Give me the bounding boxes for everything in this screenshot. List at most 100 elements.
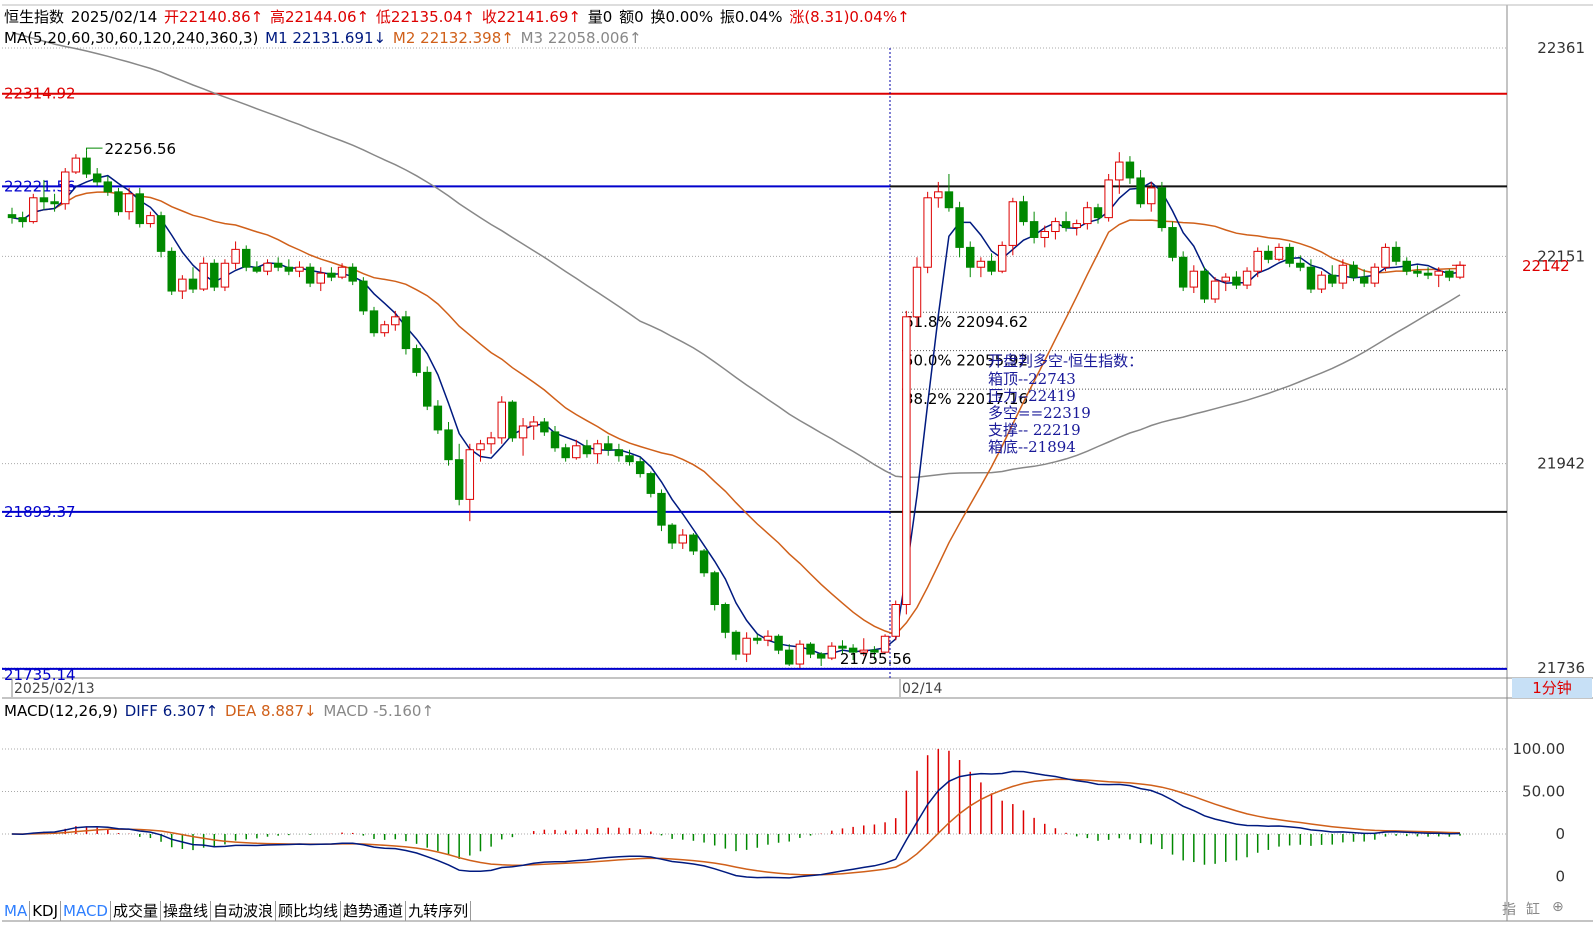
tab-ma[interactable]: MA: [2, 901, 31, 921]
candle-body: [29, 197, 38, 223]
candle-body: [667, 524, 677, 544]
candle-body: [327, 272, 336, 278]
candle-body: [61, 171, 70, 205]
candle-body: [156, 215, 166, 252]
candle-body: [401, 316, 411, 350]
candle-body: [689, 534, 698, 552]
candle-body: [92, 173, 102, 183]
macd-tick-label: 50.00: [1522, 783, 1565, 801]
tab-kdj[interactable]: KDJ: [30, 901, 62, 921]
candle-body: [1370, 266, 1380, 284]
price-tick-label: 21942: [1537, 455, 1585, 473]
candle-body: [678, 534, 687, 544]
candle-body: [1019, 201, 1028, 223]
tab-macd[interactable]: MACD: [61, 901, 111, 921]
candle-body: [1242, 270, 1252, 286]
tab-td-sequence[interactable]: 九转序列: [406, 901, 472, 921]
candle-body: [103, 181, 113, 193]
candle-body: [635, 461, 645, 475]
candle-body: [1093, 207, 1103, 219]
level-label: 21893.37: [4, 503, 76, 521]
candle-body: [731, 631, 741, 655]
candle-body: [82, 157, 91, 175]
candle-body: [167, 250, 176, 292]
candle-body: [380, 324, 389, 334]
ma-m1: M1 22131.691↓: [265, 29, 387, 47]
candle-body: [1178, 256, 1188, 288]
cylinder-button[interactable]: 缸: [1526, 899, 1540, 919]
candle-body: [1232, 276, 1241, 286]
candle-body: [316, 272, 325, 284]
candle-body: [1189, 270, 1199, 288]
candle-body: [955, 207, 964, 248]
tab-trading-line[interactable]: 操盘线: [161, 901, 212, 921]
candle-body: [444, 429, 453, 461]
macd-tick-label: 100.00: [1513, 740, 1566, 758]
close-price: 收22141.69↑: [481, 8, 582, 26]
price-tick-label: 22361: [1537, 39, 1585, 57]
tab-guppy[interactable]: 顾比均线: [276, 901, 342, 921]
annotation-line: 箱底--21894: [988, 438, 1076, 456]
candle-body: [785, 649, 794, 665]
candle-body: [263, 262, 272, 272]
annotation-line: 开盘判多空-恒生指数：: [988, 352, 1143, 370]
candle-body: [476, 443, 485, 451]
candle-body: [902, 316, 911, 606]
amount: 额0: [619, 8, 644, 26]
candle-body: [1136, 177, 1145, 205]
macd-dea-line: [12, 778, 1461, 876]
candle-body: [135, 193, 144, 225]
tab-volume[interactable]: 成交量: [111, 901, 161, 921]
candle-body: [1359, 276, 1369, 284]
tab-auto-wave[interactable]: 自动波浪: [211, 901, 277, 921]
candle-body: [699, 550, 709, 574]
candle-body: [391, 316, 400, 326]
quote-date: 2025/02/14: [70, 8, 158, 26]
candle-body: [7, 214, 17, 219]
candle-body: [795, 643, 805, 665]
candle-body: [295, 266, 304, 272]
candle-body: [997, 244, 1007, 272]
candle-body: [1285, 246, 1294, 264]
candle-body: [1147, 187, 1156, 205]
macd-dea: DEA 8.887↓: [225, 702, 317, 720]
candle-body: [114, 191, 123, 213]
candle-body: [944, 191, 954, 209]
ma-m1-line: [11, 174, 1461, 655]
indicator-button[interactable]: 指: [1502, 899, 1516, 919]
candle-body: [657, 492, 666, 526]
candle-body: [582, 445, 592, 455]
annotation-line: 支撑-- 22219: [988, 421, 1081, 439]
candle-body: [966, 246, 975, 268]
price-tick-label: 21736: [1537, 659, 1585, 677]
candle-body: [763, 635, 773, 641]
candle-body: [1349, 264, 1358, 278]
candle-body: [305, 266, 315, 284]
candle-body: [614, 449, 624, 457]
period-selector[interactable]: 1分钟: [1512, 678, 1592, 698]
candle-body: [572, 445, 581, 459]
candle-body: [976, 260, 986, 268]
fib-label: 61.8% 22094.62: [904, 313, 1028, 331]
candle-body: [540, 421, 549, 433]
current-price-label: 22142: [1522, 257, 1570, 275]
candle-body: [50, 201, 59, 205]
candle-body: [1391, 246, 1401, 262]
candle-body: [210, 262, 219, 288]
candle-body: [508, 401, 517, 439]
tab-trend-channel[interactable]: 趋势通道: [341, 901, 407, 921]
ma-legend: MA(5,20,60,30,60,120,240,360,3) M1 22131…: [4, 29, 644, 47]
candle-body: [806, 643, 815, 655]
candle-body: [252, 266, 262, 272]
candle-body: [1413, 270, 1422, 274]
candle-body: [337, 266, 347, 278]
zoom-in-icon[interactable]: ⊕: [1552, 899, 1564, 915]
macd-params: MACD(12,26,9): [4, 702, 118, 720]
candle-body: [710, 572, 719, 606]
candle-body: [1338, 264, 1348, 284]
candle-body: [721, 604, 730, 633]
candle-body: [433, 405, 443, 431]
candle-body: [1008, 201, 1018, 246]
candle-body: [1445, 270, 1454, 278]
candle-body: [1083, 207, 1092, 225]
